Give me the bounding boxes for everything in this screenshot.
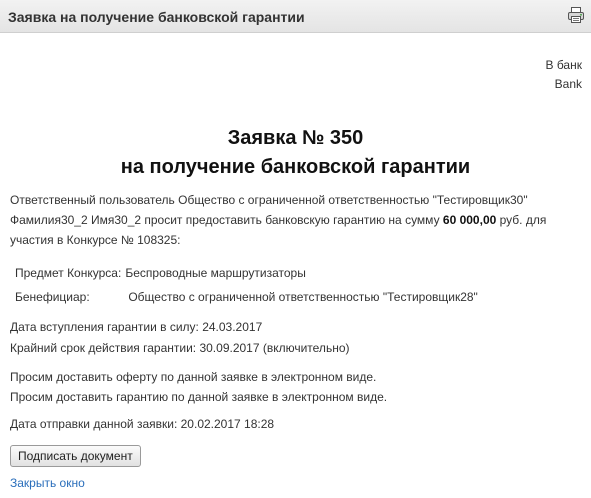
recipient-line-en: Bank: [554, 77, 582, 91]
sign-document-button[interactable]: Подписать документ: [10, 445, 141, 467]
subject-value: Беспроводные маршрутизаторы: [125, 266, 306, 280]
subject-label: Предмет Конкурса:: [15, 266, 122, 280]
recipient-line-ru: В банк: [545, 58, 583, 72]
intro-paragraph: Ответственный пользователь Общество с ог…: [10, 190, 582, 250]
offer-request-line: Просим доставить оферту по данной заявке…: [10, 370, 377, 384]
printer-icon[interactable]: [567, 6, 585, 24]
guarantee-request-line: Просим доставить гарантию по данной заяв…: [10, 390, 388, 404]
recipient-block: В банк Bank: [546, 56, 583, 94]
document-title-subtitle: на получение банковской гарантии: [120, 156, 471, 178]
beneficiary-label: Бенефициар:: [15, 290, 90, 304]
beneficiary-row: Бенефициар: Общество с ограниченной отве…: [15, 287, 478, 307]
subject-row: Предмет Конкурса: Беспроводные маршрутиз…: [15, 263, 306, 283]
sent-date-line: Дата отправки данной заявки: 20.02.2017 …: [10, 417, 275, 431]
document-title-number: Заявка № 350: [227, 127, 364, 149]
document-title: Заявка № 350 на получение банковской гар…: [0, 124, 591, 182]
close-window-link[interactable]: Закрыть окно: [10, 476, 85, 490]
end-date-line: Крайний срок действия гарантии: 30.09.20…: [10, 341, 350, 355]
guarantee-amount: 60 000,00: [442, 213, 497, 227]
beneficiary-value: Общество с ограниченной ответственностью…: [128, 290, 478, 304]
window-title: Заявка на получение банковской гарантии: [8, 9, 305, 25]
start-date-line: Дата вступления гарантии в силу: 24.03.2…: [10, 320, 263, 334]
window-titlebar: Заявка на получение банковской гарантии: [0, 0, 591, 33]
